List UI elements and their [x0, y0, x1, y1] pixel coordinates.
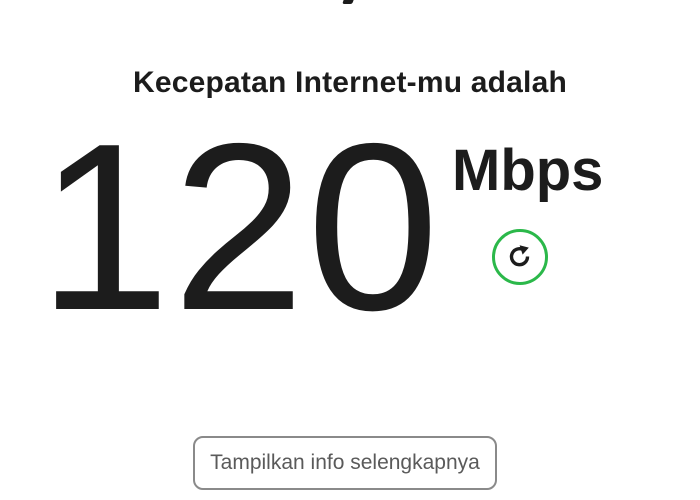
cut-off-glyph — [330, 0, 356, 8]
refresh-button[interactable] — [492, 229, 548, 285]
refresh-icon — [509, 245, 530, 267]
show-more-info-button[interactable]: Tampilkan info selengkapnya — [193, 436, 497, 490]
speed-unit: Mbps — [452, 138, 604, 203]
speed-value: 120 — [38, 95, 442, 360]
